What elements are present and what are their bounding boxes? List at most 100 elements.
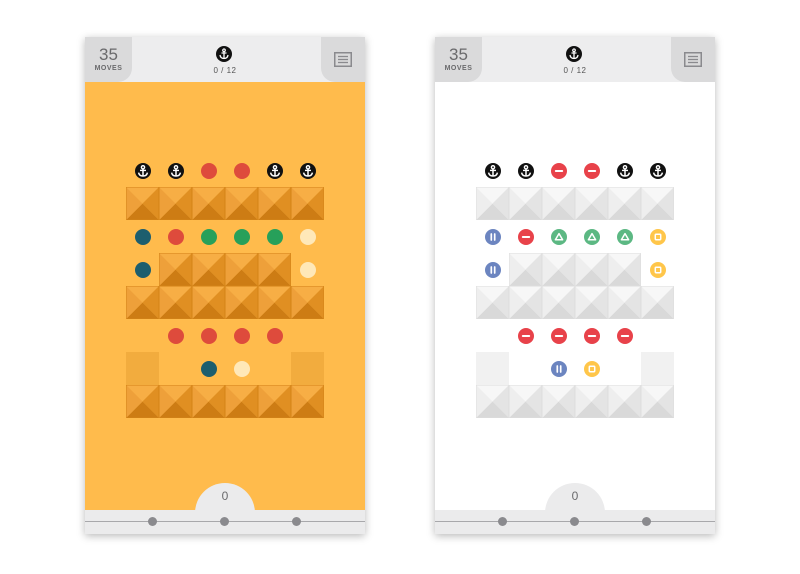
board-tile xyxy=(476,286,509,319)
minus-icon xyxy=(587,334,596,337)
game-piece[interactable] xyxy=(134,261,151,278)
game-piece[interactable] xyxy=(583,327,600,344)
anchor-icon xyxy=(269,164,280,177)
bottom-bar xyxy=(85,510,365,534)
bottom-tab-label: 0 xyxy=(221,489,229,503)
game-piece[interactable] xyxy=(167,327,184,344)
anchor-goal[interactable] xyxy=(649,162,666,179)
game-piece[interactable] xyxy=(583,228,600,245)
board-tile xyxy=(476,187,509,220)
anchor-icon xyxy=(652,164,663,177)
moves-count: 35 xyxy=(99,45,118,64)
board-tile xyxy=(542,385,575,418)
game-piece[interactable] xyxy=(200,228,217,245)
square-icon xyxy=(654,266,661,273)
game-piece[interactable] xyxy=(299,228,316,245)
minus-icon xyxy=(521,334,530,337)
minus-icon xyxy=(521,235,530,238)
board-tile xyxy=(126,286,159,319)
pause-icon xyxy=(489,265,496,274)
game-piece[interactable] xyxy=(233,360,250,377)
anchor-icon xyxy=(619,164,630,177)
board-tile xyxy=(608,385,641,418)
board-tile xyxy=(291,286,324,319)
menu-button[interactable] xyxy=(671,37,715,82)
board-tile xyxy=(542,253,575,286)
footer-dot[interactable] xyxy=(570,517,579,526)
game-piece[interactable] xyxy=(550,327,567,344)
footer-dot[interactable] xyxy=(220,517,229,526)
board-tile xyxy=(192,286,225,319)
anchor-goal[interactable] xyxy=(484,162,501,179)
game-piece[interactable] xyxy=(550,360,567,377)
target-dot[interactable] xyxy=(200,162,217,179)
board-tile xyxy=(509,187,542,220)
board-tile xyxy=(159,286,192,319)
minus-icon xyxy=(554,169,563,172)
anchor-icon xyxy=(487,164,498,177)
game-piece[interactable] xyxy=(167,228,184,245)
footer-dot[interactable] xyxy=(148,517,157,526)
game-piece[interactable] xyxy=(649,228,666,245)
anchor-goal[interactable] xyxy=(299,162,316,179)
footer-dot[interactable] xyxy=(292,517,301,526)
board-tile xyxy=(159,385,192,418)
game-piece[interactable] xyxy=(200,327,217,344)
target-dot[interactable] xyxy=(550,162,567,179)
target-dot[interactable] xyxy=(233,162,250,179)
left-game-screen: 35 MOVES 0 / 12 0 xyxy=(85,37,365,534)
board-tile xyxy=(608,286,641,319)
game-piece[interactable] xyxy=(134,228,151,245)
board-tile xyxy=(608,187,641,220)
game-piece[interactable] xyxy=(583,360,600,377)
game-piece[interactable] xyxy=(299,261,316,278)
footer-dot[interactable] xyxy=(498,517,507,526)
menu-button[interactable] xyxy=(321,37,365,82)
list-icon xyxy=(334,52,352,67)
game-piece[interactable] xyxy=(200,360,217,377)
board-tile xyxy=(291,187,324,220)
game-piece[interactable] xyxy=(484,228,501,245)
anchor-goal[interactable] xyxy=(266,162,283,179)
board-tile xyxy=(192,187,225,220)
board-tile xyxy=(159,253,192,286)
game-piece[interactable] xyxy=(550,228,567,245)
game-piece[interactable] xyxy=(616,327,633,344)
game-piece[interactable] xyxy=(517,327,534,344)
anchor-goal[interactable] xyxy=(167,162,184,179)
anchor-icon xyxy=(170,164,181,177)
anchor-goal[interactable] xyxy=(134,162,151,179)
game-piece[interactable] xyxy=(517,228,534,245)
anchor-icon xyxy=(137,164,148,177)
board-tile xyxy=(258,253,291,286)
game-piece[interactable] xyxy=(233,228,250,245)
board-tile xyxy=(509,253,542,286)
board-tile xyxy=(542,286,575,319)
moves-counter: 35 MOVES xyxy=(85,37,132,82)
piece-lane xyxy=(509,352,641,385)
anchor-goal[interactable] xyxy=(616,162,633,179)
game-piece[interactable] xyxy=(616,228,633,245)
piece-lane xyxy=(159,352,291,385)
bottom-bar xyxy=(435,510,715,534)
anchor-goal[interactable] xyxy=(517,162,534,179)
target-dot[interactable] xyxy=(583,162,600,179)
list-icon xyxy=(684,52,702,67)
board-tile xyxy=(192,385,225,418)
triangle-icon xyxy=(587,232,596,241)
board-tile xyxy=(126,187,159,220)
right-game-screen: 35 MOVES 0 / 12 0 xyxy=(435,37,715,534)
game-piece[interactable] xyxy=(233,327,250,344)
game-piece[interactable] xyxy=(649,261,666,278)
top-bar: 35 MOVES 0 / 12 xyxy=(85,37,365,82)
board-tile xyxy=(575,253,608,286)
footer-dot[interactable] xyxy=(642,517,651,526)
game-piece[interactable] xyxy=(484,261,501,278)
minus-icon xyxy=(587,169,596,172)
top-bar: 35 MOVES 0 / 12 xyxy=(435,37,715,82)
game-piece[interactable] xyxy=(266,327,283,344)
triangle-icon xyxy=(620,232,629,241)
anchor-icon xyxy=(520,164,531,177)
game-piece[interactable] xyxy=(266,228,283,245)
board-tile xyxy=(509,286,542,319)
